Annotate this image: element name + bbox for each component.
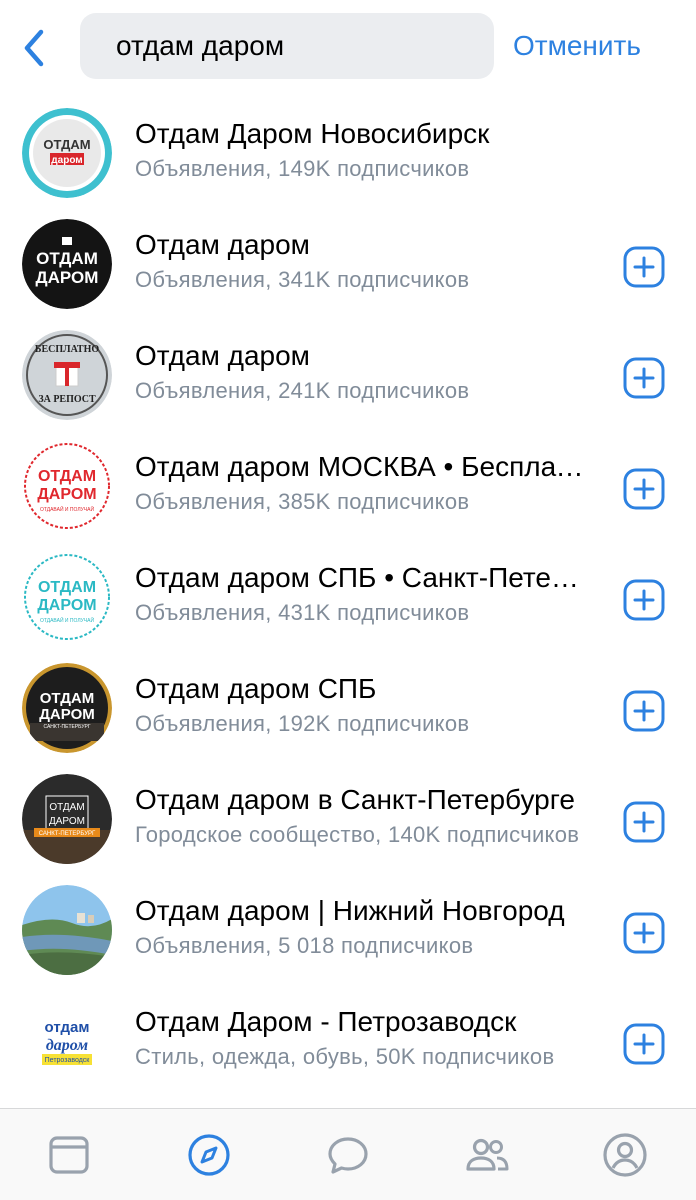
svg-text:ОТДАМ: ОТДАМ [36, 249, 98, 268]
svg-text:ОТДАМ: ОТДАМ [38, 579, 96, 596]
list-item[interactable]: ОТДАМ ДАРОМ Отдам даром Объявления, 341K… [0, 211, 696, 322]
list-item[interactable]: ОТДАМ ДАРОМ ОТДАВАЙ И ПОЛУЧАЙ Отдам даро… [0, 433, 696, 544]
avatar: ОТДАМ ДАРОМ ОТДАВАЙ И ПОЛУЧАЙ [22, 552, 112, 642]
messages-icon [328, 1137, 368, 1174]
svg-text:ОТДАМ: ОТДАМ [43, 137, 90, 152]
group-title: Отдам даром в Санкт-Петербурге [135, 784, 575, 815]
list-item[interactable]: ОТДАМ ДАРОМ ОТДАВАЙ И ПОЛУЧАЙ Отдам даро… [0, 544, 696, 655]
avatar: ОТДАМ ДАРОМ САНКТ-ПЕТЕРБУРГ [22, 774, 112, 864]
svg-text:отдам: отдам [45, 1019, 90, 1036]
group-subtitle: Стиль, одежда, обувь, 50K подписчиков [135, 1044, 555, 1069]
profile-icon [603, 1133, 647, 1177]
svg-text:ДАРОМ: ДАРОМ [37, 486, 96, 503]
subscribe-add-icon[interactable] [623, 246, 665, 288]
group-subtitle: Городское сообщество, 140K подписчиков [135, 822, 580, 847]
group-subtitle: Объявления, 5 018 подписчиков [135, 933, 474, 958]
tab-bar [0, 1108, 696, 1200]
avatar [22, 885, 112, 975]
group-subtitle: Объявления, 149K подписчиков [135, 156, 470, 181]
subscribe-add-icon[interactable] [623, 801, 665, 843]
tab-friends[interactable] [463, 1131, 511, 1179]
group-title: Отдам даром МОСКВА • Бесплатно [135, 451, 585, 482]
avatar: ОТДАМ ДАРОМ ОТДАВАЙ И ПОЛУЧАЙ [22, 441, 112, 531]
group-title: Отдам даром [135, 340, 310, 371]
svg-text:Петрозаводск: Петрозаводск [45, 1057, 91, 1064]
tab-profile[interactable] [601, 1131, 649, 1179]
back-button[interactable] [18, 28, 50, 68]
list-item[interactable]: ОТДАМ даром Отдам Даром Новосибирск Объя… [0, 100, 696, 211]
svg-text:даром: даром [46, 1037, 88, 1054]
list-item[interactable]: БЕСПЛАТНО ЗА РЕПОСТ Отдам даром Объявлен… [0, 322, 696, 433]
subscribe-add-icon[interactable] [623, 912, 665, 954]
search-results-list: ОТДАМ даром Отдам Даром Новосибирск Объя… [0, 100, 696, 1099]
group-subtitle: Объявления, 192K подписчиков [135, 711, 470, 736]
group-subtitle: Объявления, 341K подписчиков [135, 267, 470, 292]
svg-text:САНКТ-ПЕТЕРБУРГ: САНКТ-ПЕТЕРБУРГ [43, 724, 90, 730]
svg-text:ОТДАМ: ОТДАМ [40, 690, 94, 707]
tab-explore[interactable] [185, 1131, 233, 1179]
svg-text:ДАРОМ: ДАРОМ [36, 268, 99, 287]
list-item[interactable]: ОТДАМ ДАРОМ САНКТ-ПЕТЕРБУРГ Отдам даром … [0, 766, 696, 877]
subscribe-add-icon[interactable] [623, 357, 665, 399]
search-header: Отменить [0, 0, 696, 100]
svg-text:ОТДАВАЙ И ПОЛУЧАЙ: ОТДАВАЙ И ПОЛУЧАЙ [40, 505, 95, 513]
subscribe-add-icon[interactable] [623, 690, 665, 732]
group-title: Отдам даром СПБ • Санкт-Петербург [135, 562, 585, 593]
cancel-button[interactable]: Отменить [513, 26, 641, 66]
group-subtitle: Объявления, 385K подписчиков [135, 489, 470, 514]
list-item[interactable]: Отдам даром | Нижний Новгород Объявления… [0, 877, 696, 988]
subscribe-add-icon[interactable] [623, 579, 665, 621]
explore-icon [188, 1134, 230, 1176]
group-subtitle: Объявления, 431K подписчиков [135, 600, 470, 625]
group-title: Отдам Даром Новосибирск [135, 118, 490, 149]
group-title: Отдам даром | Нижний Новгород [135, 895, 565, 926]
avatar: БЕСПЛАТНО ЗА РЕПОСТ [22, 330, 112, 420]
search-input[interactable] [116, 26, 477, 66]
group-title: Отдам Даром - Петрозаводск [135, 1006, 517, 1037]
svg-text:ОТДАМ: ОТДАМ [38, 468, 96, 485]
svg-text:САНКТ-ПЕТЕРБУРГ: САНКТ-ПЕТЕРБУРГ [39, 831, 96, 837]
group-title: Отдам даром [135, 229, 310, 260]
avatar: ОТДАМ ДАРОМ [22, 219, 112, 309]
list-item[interactable]: отдам даром Петрозаводск Отдам Даром - П… [0, 988, 696, 1099]
svg-text:ДАРОМ: ДАРОМ [49, 816, 85, 827]
tab-messages[interactable] [324, 1131, 372, 1179]
avatar: ОТДАМ даром [22, 108, 112, 198]
svg-text:ЗА РЕПОСТ: ЗА РЕПОСТ [38, 394, 96, 405]
svg-text:ОТДАВАЙ И ПОЛУЧАЙ: ОТДАВАЙ И ПОЛУЧАЙ [40, 616, 95, 624]
subscribe-add-icon[interactable] [623, 1023, 665, 1065]
subscribe-add-icon[interactable] [623, 468, 665, 510]
group-subtitle: Объявления, 241K подписчиков [135, 378, 470, 403]
svg-text:БЕСПЛАТНО: БЕСПЛАТНО [35, 344, 100, 355]
tab-feed[interactable] [45, 1131, 93, 1179]
friends-icon [466, 1138, 509, 1171]
group-title: Отдам даром СПБ [135, 673, 377, 704]
list-item[interactable]: ОТДАМ ДАРОМ САНКТ-ПЕТЕРБУРГ Отдам даром … [0, 655, 696, 766]
avatar: ОТДАМ ДАРОМ САНКТ-ПЕТЕРБУРГ [22, 663, 112, 753]
svg-text:ДАРОМ: ДАРОМ [39, 706, 95, 723]
feed-icon [49, 1136, 89, 1174]
svg-text:ОТДАМ: ОТДАМ [49, 802, 84, 813]
svg-text:даром: даром [51, 155, 82, 166]
search-field[interactable] [80, 13, 494, 79]
avatar: отдам даром Петрозаводск [22, 996, 112, 1086]
svg-text:ДАРОМ: ДАРОМ [37, 597, 96, 614]
chevron-left-icon [24, 29, 44, 67]
